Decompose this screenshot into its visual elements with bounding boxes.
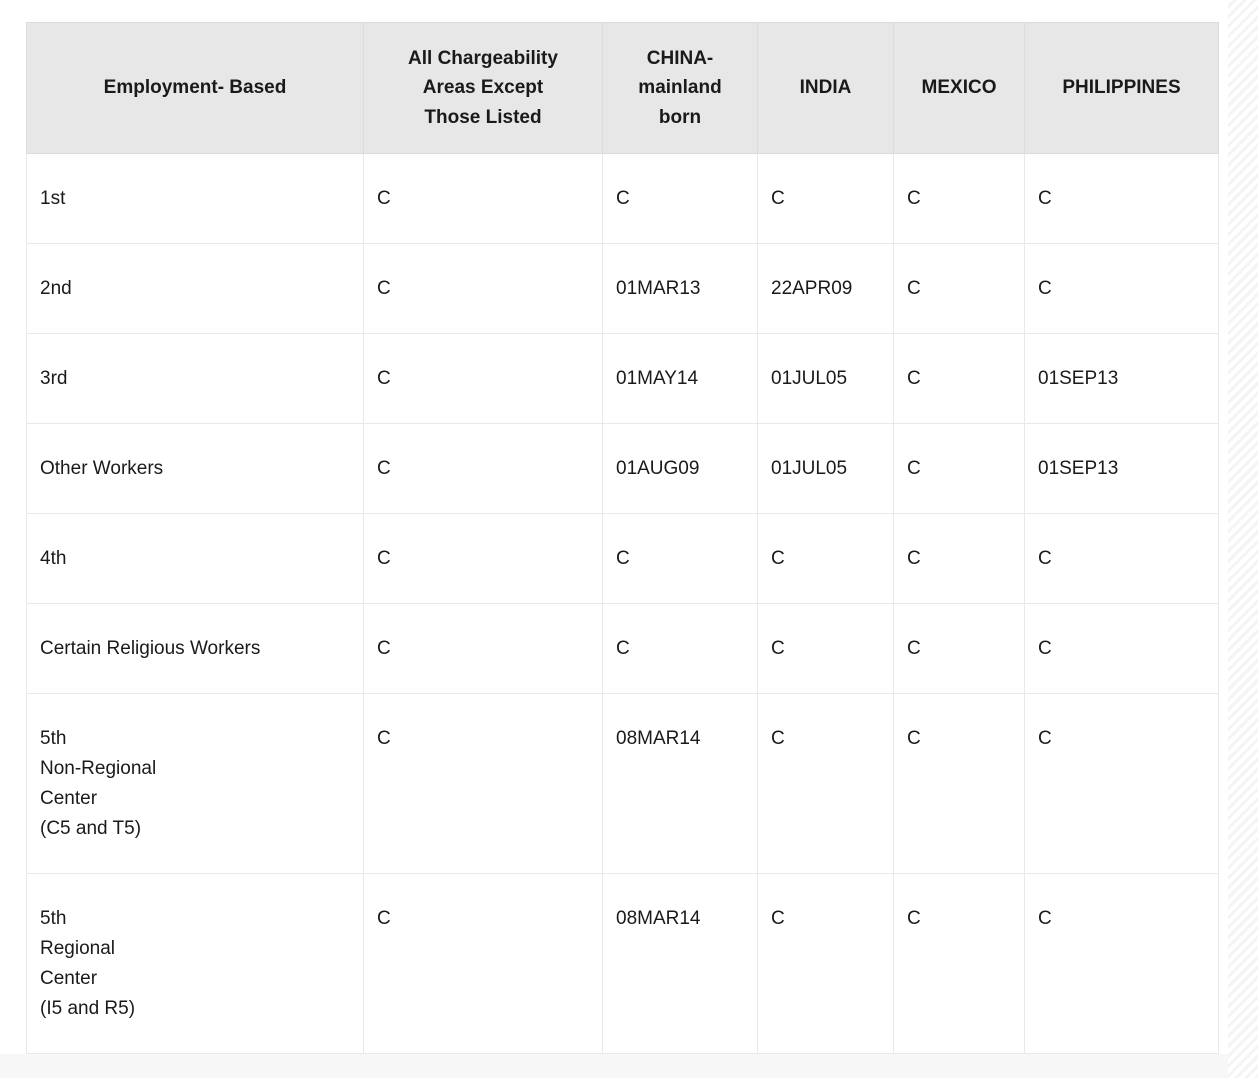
- cell-china: C: [603, 514, 758, 604]
- cell-category: 5th Regional Center (I5 and R5): [27, 874, 364, 1054]
- cell-india: 01JUL05: [758, 424, 894, 514]
- column-header-china: CHINA- mainland born: [603, 23, 758, 154]
- page-bottom-strip: [0, 1054, 1228, 1078]
- cell-category: 1st: [27, 154, 364, 244]
- cell-china: 08MAR14: [603, 694, 758, 874]
- column-header-all-areas: All Chargeability Areas Except Those Lis…: [364, 23, 603, 154]
- table-row: 5th Regional Center (I5 and R5)C08MAR14C…: [27, 874, 1219, 1054]
- cell-china: 01MAY14: [603, 334, 758, 424]
- table-row: 1stCCCCC: [27, 154, 1219, 244]
- employment-based-table: Employment- Based All Chargeability Area…: [26, 22, 1219, 1054]
- table-row: Certain Religious WorkersCCCCC: [27, 604, 1219, 694]
- cell-all_areas: C: [364, 694, 603, 874]
- visa-bulletin-table-container: Employment- Based All Chargeability Area…: [26, 22, 1218, 1054]
- cell-philippines: 01SEP13: [1025, 424, 1219, 514]
- cell-category: 2nd: [27, 244, 364, 334]
- table-row: 5th Non-Regional Center (C5 and T5)C08MA…: [27, 694, 1219, 874]
- cell-mexico: C: [894, 694, 1025, 874]
- cell-india: 01JUL05: [758, 334, 894, 424]
- table-row: Other WorkersC01AUG0901JUL05C01SEP13: [27, 424, 1219, 514]
- cell-philippines: 01SEP13: [1025, 334, 1219, 424]
- cell-china: C: [603, 154, 758, 244]
- page-root: Employment- Based All Chargeability Area…: [0, 0, 1258, 1078]
- cell-mexico: C: [894, 424, 1025, 514]
- cell-india: C: [758, 604, 894, 694]
- cell-india: C: [758, 514, 894, 604]
- cell-category: 5th Non-Regional Center (C5 and T5): [27, 694, 364, 874]
- cell-all_areas: C: [364, 514, 603, 604]
- cell-all_areas: C: [364, 604, 603, 694]
- cell-philippines: C: [1025, 874, 1219, 1054]
- cell-india: C: [758, 874, 894, 1054]
- cell-india: C: [758, 694, 894, 874]
- page-right-gutter: [1228, 0, 1258, 1078]
- cell-philippines: C: [1025, 694, 1219, 874]
- table-header-row: Employment- Based All Chargeability Area…: [27, 23, 1219, 154]
- cell-philippines: C: [1025, 244, 1219, 334]
- cell-china: C: [603, 604, 758, 694]
- cell-india: C: [758, 154, 894, 244]
- cell-philippines: C: [1025, 604, 1219, 694]
- cell-all_areas: C: [364, 334, 603, 424]
- column-header-category: Employment- Based: [27, 23, 364, 154]
- cell-china: 01AUG09: [603, 424, 758, 514]
- cell-category: Other Workers: [27, 424, 364, 514]
- cell-category: 3rd: [27, 334, 364, 424]
- column-header-philippines: PHILIPPINES: [1025, 23, 1219, 154]
- cell-mexico: C: [894, 154, 1025, 244]
- table-row: 4thCCCCC: [27, 514, 1219, 604]
- cell-all_areas: C: [364, 874, 603, 1054]
- cell-mexico: C: [894, 244, 1025, 334]
- cell-category: 4th: [27, 514, 364, 604]
- cell-philippines: C: [1025, 154, 1219, 244]
- cell-mexico: C: [894, 514, 1025, 604]
- cell-all_areas: C: [364, 424, 603, 514]
- cell-all_areas: C: [364, 154, 603, 244]
- column-header-india: INDIA: [758, 23, 894, 154]
- cell-all_areas: C: [364, 244, 603, 334]
- column-header-mexico: MEXICO: [894, 23, 1025, 154]
- cell-china: 01MAR13: [603, 244, 758, 334]
- cell-china: 08MAR14: [603, 874, 758, 1054]
- cell-mexico: C: [894, 604, 1025, 694]
- cell-philippines: C: [1025, 514, 1219, 604]
- cell-india: 22APR09: [758, 244, 894, 334]
- table-row: 2ndC01MAR1322APR09CC: [27, 244, 1219, 334]
- table-body: 1stCCCCC2ndC01MAR1322APR09CC3rdC01MAY140…: [27, 154, 1219, 1054]
- cell-mexico: C: [894, 874, 1025, 1054]
- cell-mexico: C: [894, 334, 1025, 424]
- table-row: 3rdC01MAY1401JUL05C01SEP13: [27, 334, 1219, 424]
- table-header: Employment- Based All Chargeability Area…: [27, 23, 1219, 154]
- cell-category: Certain Religious Workers: [27, 604, 364, 694]
